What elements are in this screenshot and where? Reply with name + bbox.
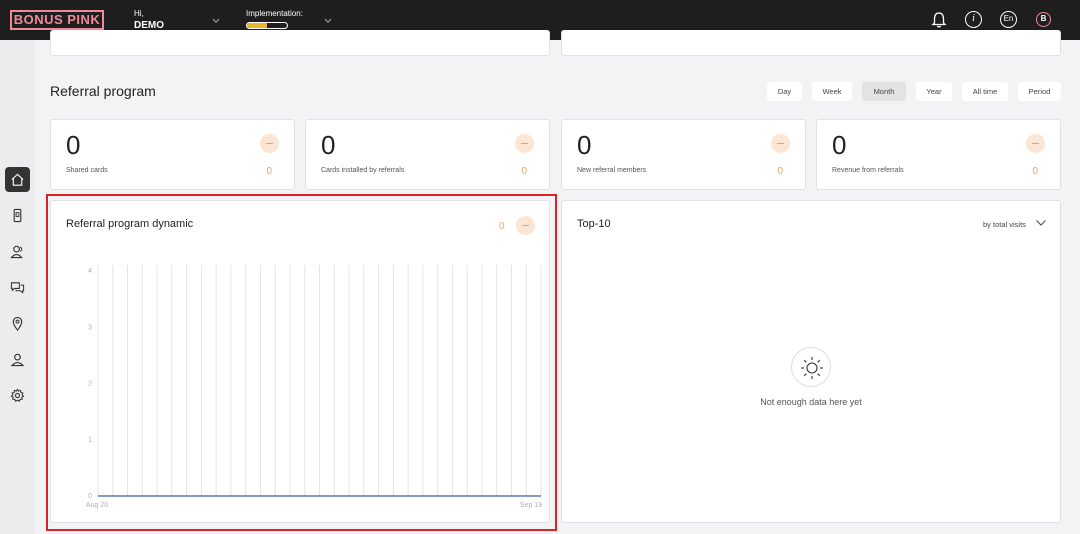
stat-label: Shared cards — [66, 167, 108, 174]
bell-icon[interactable] — [930, 11, 948, 29]
previous-card-left — [50, 30, 550, 56]
period-day-button[interactable]: Day — [767, 82, 802, 101]
chevron-down-icon[interactable] — [1035, 218, 1047, 228]
top10-card: Top-10 by total visits Not enough data h… — [561, 200, 1061, 523]
section-title: Referral program — [50, 83, 156, 99]
stat-card-cards-installed: 0 Cards installed by referrals 0 — [305, 119, 550, 190]
logo[interactable]: BONUS PINK — [10, 10, 104, 30]
trend-neutral-icon — [771, 134, 790, 153]
stat-card-shared-cards: 0 Shared cards 0 — [50, 119, 295, 190]
stat-value: 0 — [321, 130, 336, 160]
sidebar-item-cards[interactable] — [5, 203, 30, 228]
empty-state-icon — [791, 347, 831, 387]
sidebar-item-clients[interactable] — [5, 239, 30, 264]
stat-card-revenue: 0 Revenue from referrals 0 — [816, 119, 1061, 190]
trend-neutral-icon — [260, 134, 279, 153]
language-selector[interactable]: En — [1000, 11, 1017, 28]
stat-label: Revenue from referrals — [832, 167, 904, 174]
sidebar-item-settings[interactable] — [5, 383, 30, 408]
stat-label: Cards installed by referrals — [321, 167, 405, 174]
home-icon — [11, 173, 24, 186]
sidebar-item-locations[interactable] — [5, 311, 30, 336]
sort-selector[interactable]: by total visits — [983, 220, 1026, 229]
sidebar-item-messages[interactable] — [5, 275, 30, 300]
trend-neutral-icon — [1026, 134, 1045, 153]
stat-change: 0 — [1032, 166, 1038, 177]
stat-change: 0 — [777, 166, 783, 177]
stat-change: 0 — [266, 166, 272, 177]
gear-icon — [10, 388, 25, 402]
stat-value: 0 — [66, 130, 81, 160]
greeting: Hi, — [134, 9, 144, 18]
period-all-time-button[interactable]: All time — [962, 82, 1008, 101]
period-custom-button[interactable]: Period — [1018, 82, 1061, 101]
avatar[interactable]: B — [1036, 12, 1051, 27]
chevron-down-icon[interactable] — [211, 15, 221, 25]
sun-icon — [801, 357, 823, 379]
sidebar — [0, 40, 35, 534]
trend-neutral-icon — [515, 134, 534, 153]
previous-card-right — [561, 30, 1061, 56]
highlight-box — [46, 194, 557, 531]
sidebar-item-home[interactable] — [5, 167, 30, 192]
period-year-button[interactable]: Year — [916, 82, 952, 101]
implementation-progress-fill — [247, 23, 267, 28]
empty-state-text: Not enough data here yet — [760, 397, 862, 407]
stat-label: New referral members — [577, 167, 647, 174]
users-icon — [10, 245, 23, 259]
implementation-label: Implementation: — [246, 9, 303, 18]
chat-icon — [10, 282, 25, 294]
stat-change: 0 — [521, 166, 527, 177]
chevron-down-icon[interactable] — [323, 15, 333, 25]
sidebar-item-profile[interactable] — [5, 347, 30, 372]
stat-value: 0 — [577, 130, 592, 160]
period-month-button[interactable]: Month — [862, 82, 906, 101]
stat-card-new-members: 0 New referral members 0 — [561, 119, 806, 190]
location-pin-icon — [12, 316, 23, 331]
period-week-button[interactable]: Week — [812, 82, 852, 101]
user-icon — [10, 353, 25, 367]
phone-card-icon — [13, 208, 22, 223]
top10-title: Top-10 — [577, 218, 611, 230]
stat-value: 0 — [832, 130, 847, 160]
info-icon[interactable]: i — [965, 11, 982, 28]
implementation-progress-bar — [246, 22, 288, 29]
